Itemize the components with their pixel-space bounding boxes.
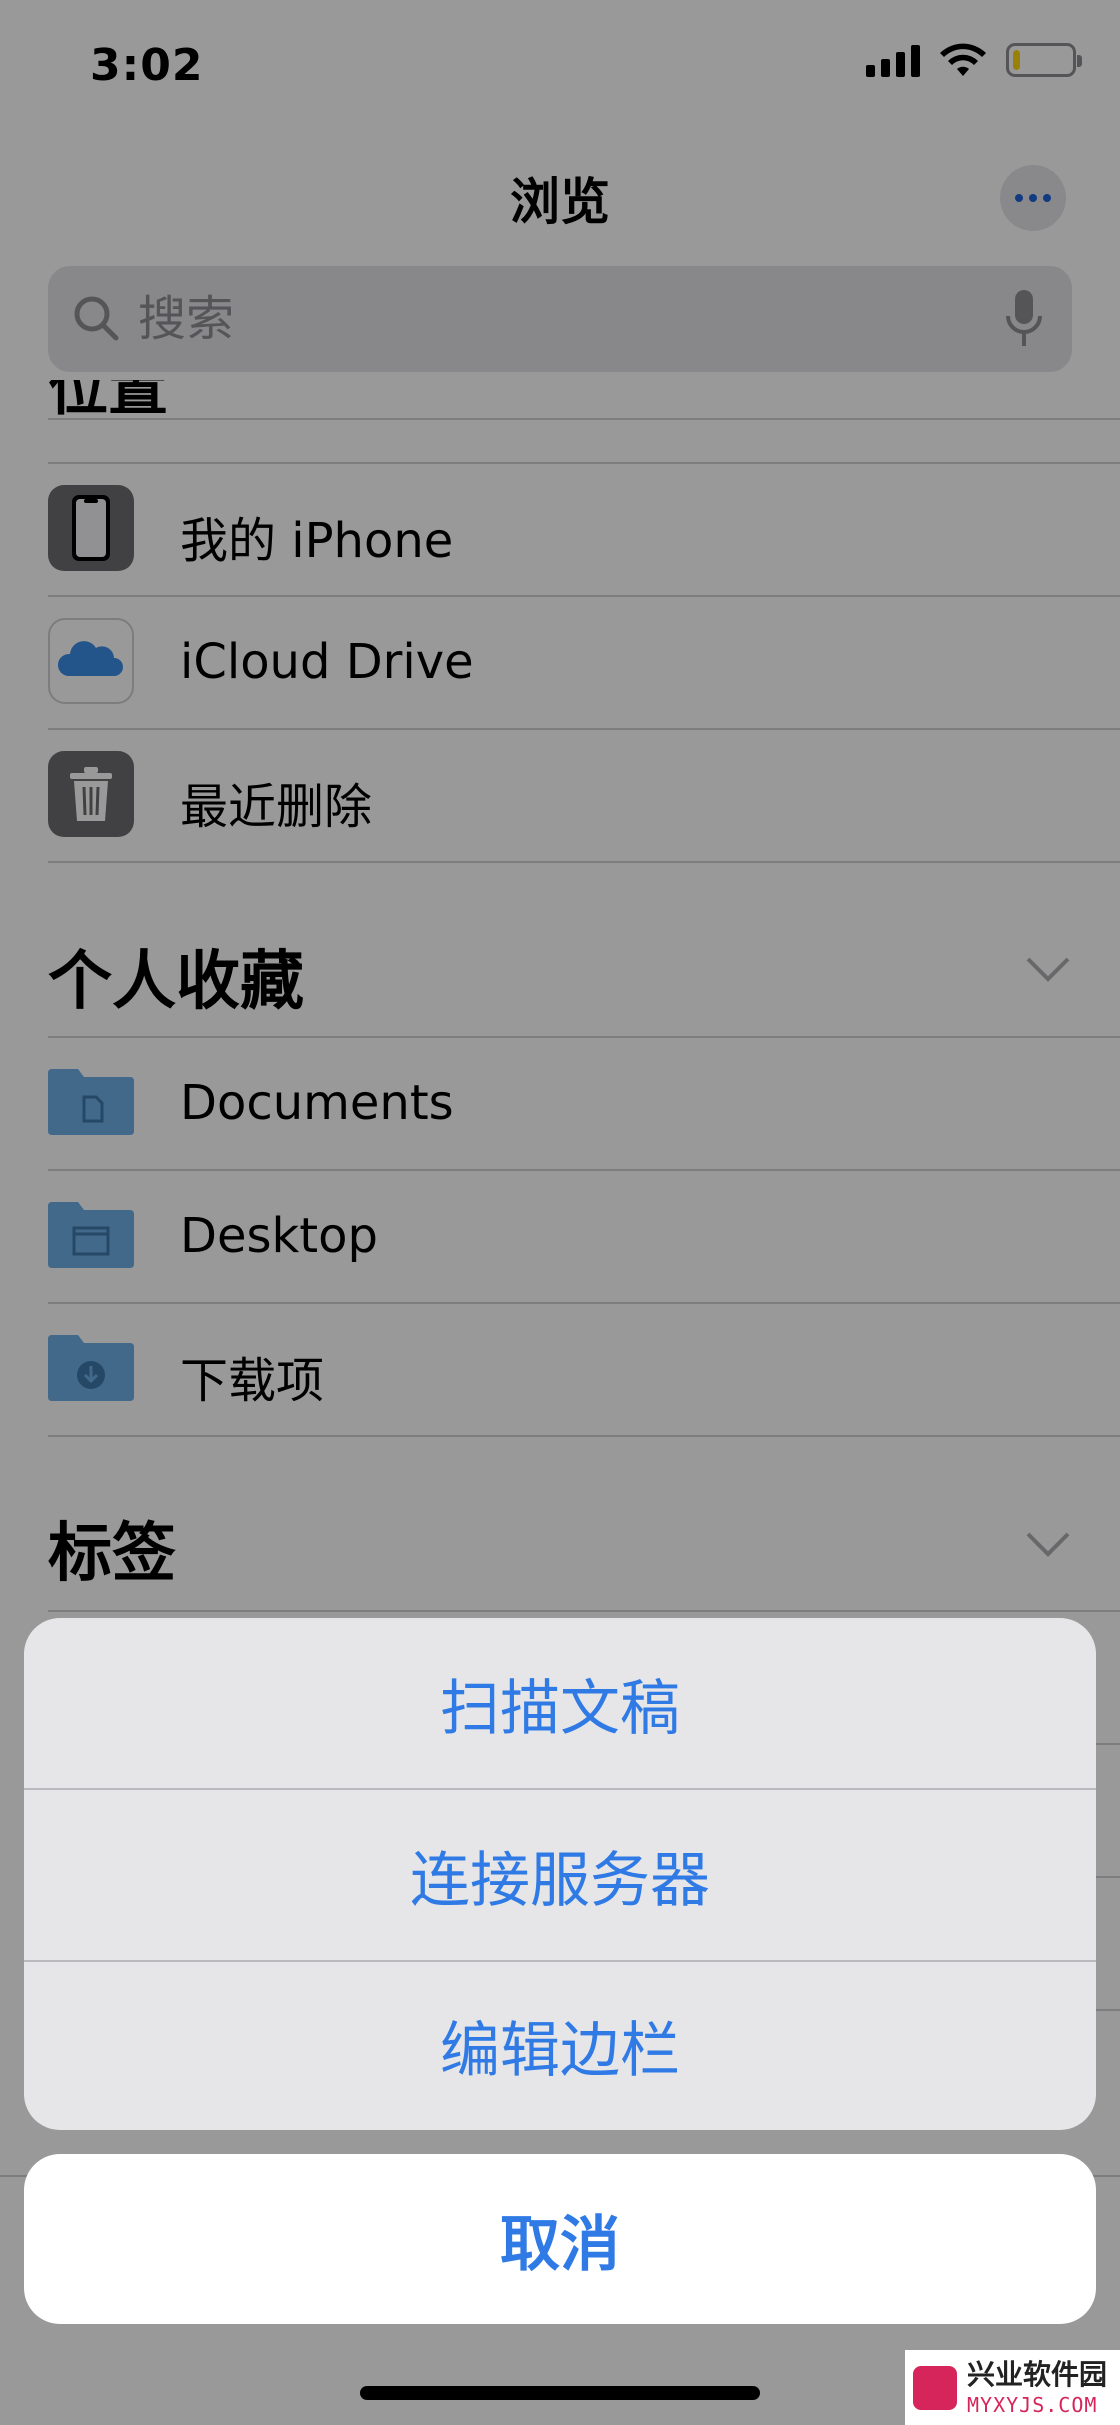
watermark: 兴业软件园 MYXYJS.COM <box>905 2350 1120 2425</box>
connect-server-button[interactable]: 连接服务器 <box>24 1790 1096 1960</box>
watermark-name: 兴业软件园 <box>967 2357 1108 2391</box>
scan-documents-button[interactable]: 扫描文稿 <box>24 1618 1096 1788</box>
cancel-button[interactable]: 取消 <box>24 2154 1096 2324</box>
edit-sidebar-button[interactable]: 编辑边栏 <box>24 1960 1096 2130</box>
home-indicator[interactable] <box>360 2386 760 2400</box>
files-app-screen: 3:02 浏览 位置 <box>0 0 1120 2425</box>
watermark-domain: MYXYJS.COM <box>967 2392 1098 2417</box>
watermark-logo-icon <box>913 2365 957 2410</box>
action-sheet: 扫描文稿 连接服务器 编辑边栏 <box>24 1618 1096 2130</box>
